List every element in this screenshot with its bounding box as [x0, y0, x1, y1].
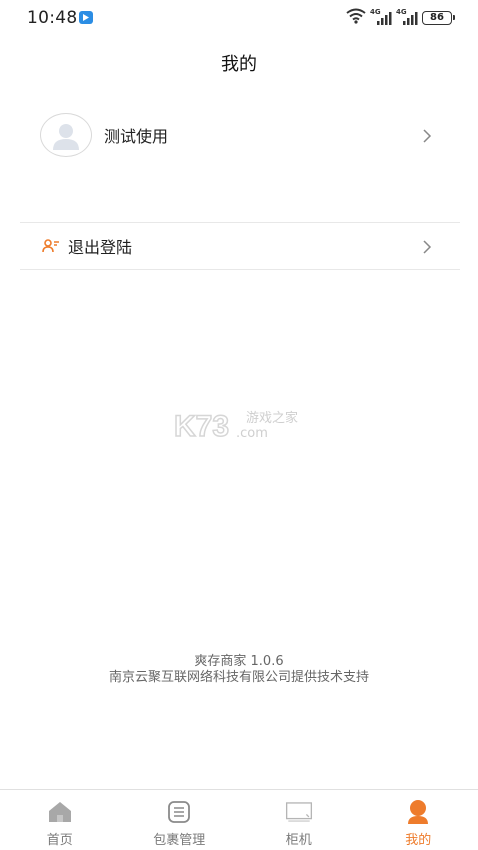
chevron-right-icon	[420, 239, 434, 254]
tab-cabinet[interactable]: 柜机	[239, 790, 359, 850]
tab-package-management[interactable]: 包裹管理	[120, 790, 240, 850]
page-title: 我的	[221, 54, 257, 75]
app-notification-icon	[79, 11, 93, 24]
signal-icon: 4G	[396, 8, 418, 26]
default-avatar-icon	[40, 113, 92, 157]
cabinet-monitor-icon	[285, 799, 313, 825]
chevron-right-icon	[420, 128, 434, 143]
tab-bar: 首页 包裹管理 柜机 我的	[0, 789, 478, 850]
app-version: 爽存商家 1.0.6	[194, 654, 284, 669]
user-logout-icon	[42, 238, 60, 254]
tab-label: 我的	[405, 833, 432, 848]
status-bar: 10:48 4G 4G 86	[0, 0, 478, 36]
divider	[20, 269, 460, 270]
logout-menu-item[interactable]: 退出登陆	[20, 223, 460, 269]
logout-label: 退出登陆	[68, 238, 133, 257]
profile-row[interactable]: 测试使用	[20, 108, 460, 162]
watermark-site-cn: 游戏之家	[246, 410, 298, 426]
watermark-brand: K73	[174, 410, 229, 443]
status-indicators: 4G 4G 86	[346, 8, 455, 28]
support-text: 南京云聚互联网络科技有限公司提供技术支持	[108, 670, 369, 685]
username: 测试使用	[104, 127, 169, 146]
tab-label: 包裹管理	[153, 833, 206, 848]
home-icon	[46, 799, 74, 825]
tab-home[interactable]: 首页	[0, 790, 120, 850]
status-time: 10:48	[27, 8, 78, 28]
battery-icon: 86	[422, 11, 455, 25]
signal-icon: 4G	[370, 8, 392, 26]
profile-icon	[404, 799, 432, 825]
wifi-icon	[346, 8, 366, 28]
footer-info: 爽存商家 1.0.6 南京云聚互联网络科技有限公司提供技术支持	[0, 654, 478, 686]
watermark-logo: K73 游戏之家 .com	[173, 406, 304, 446]
package-list-icon	[165, 799, 193, 825]
watermark-site-en: .com	[236, 426, 268, 441]
tab-label: 柜机	[285, 833, 312, 848]
tab-label: 首页	[46, 833, 73, 848]
tab-mine[interactable]: 我的	[359, 790, 478, 850]
battery-level: 86	[430, 12, 444, 23]
